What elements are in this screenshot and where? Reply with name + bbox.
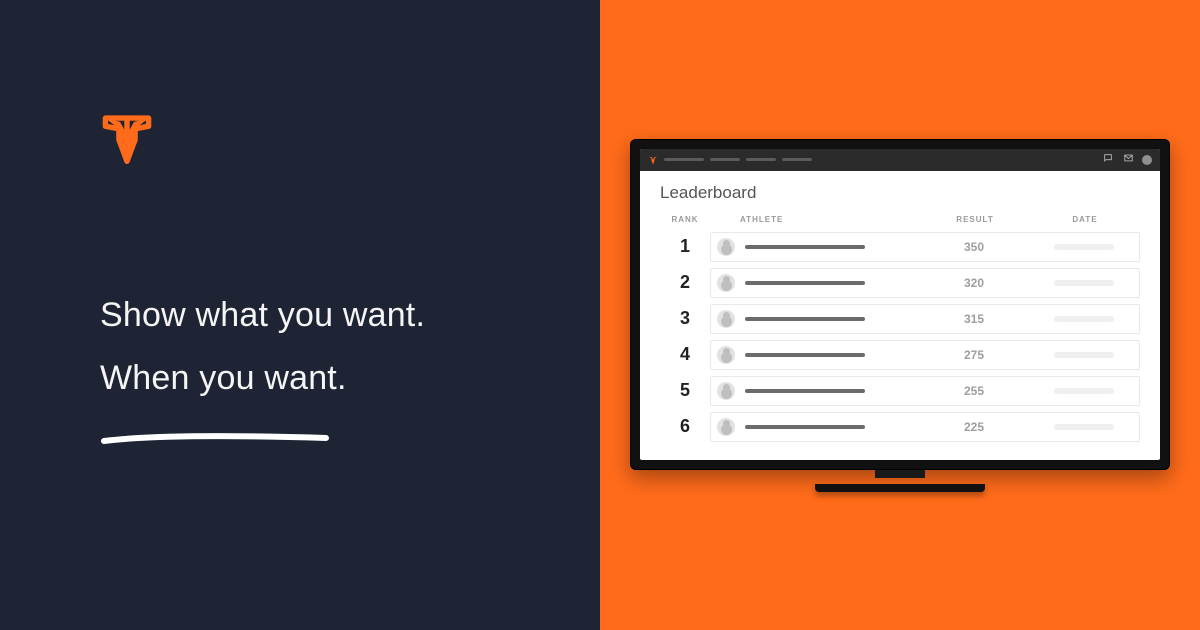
- rank-number: 3: [660, 308, 710, 329]
- col-date: DATE: [1030, 211, 1140, 232]
- date-placeholder: [1054, 388, 1114, 394]
- rank-number: 6: [660, 416, 710, 437]
- monitor-bezel: Leaderboard RANK ATHLETE RESULT DATE 1 3…: [630, 139, 1170, 470]
- leaderboard-row: 4 275: [660, 340, 1140, 370]
- athlete-name-placeholder: [745, 317, 865, 321]
- athlete-cell[interactable]: [717, 274, 919, 292]
- athlete-cell[interactable]: [717, 346, 919, 364]
- leaderboard-rows: 1 350 2 320: [660, 232, 1140, 442]
- user-avatar-icon[interactable]: [1142, 155, 1152, 165]
- hero-headline: Show what you want. When you want.: [100, 284, 500, 410]
- result-value: 350: [919, 240, 1029, 254]
- monitor-stand-base: [630, 484, 1170, 492]
- date-cell: [1029, 352, 1139, 358]
- nav-item[interactable]: [782, 158, 812, 161]
- athlete-cell[interactable]: [717, 310, 919, 328]
- date-placeholder: [1054, 280, 1114, 286]
- athlete-name-placeholder: [745, 281, 865, 285]
- brand-logo: [100, 110, 500, 164]
- leaderboard: Leaderboard RANK ATHLETE RESULT DATE 1 3…: [640, 171, 1160, 460]
- hero-line-2: When you want.: [100, 347, 500, 410]
- date-placeholder: [1054, 244, 1114, 250]
- nav-item[interactable]: [664, 158, 704, 161]
- athlete-name-placeholder: [745, 389, 865, 393]
- leaderboard-title: Leaderboard: [660, 183, 1140, 203]
- athlete-avatar-icon: [717, 418, 735, 436]
- hero-line-1: Show what you want.: [100, 284, 500, 347]
- athlete-avatar-icon: [717, 382, 735, 400]
- athlete-cell[interactable]: [717, 418, 919, 436]
- athlete-avatar-icon: [717, 346, 735, 364]
- monitor-stand-neck: [630, 470, 1170, 484]
- date-cell: [1029, 316, 1139, 322]
- date-cell: [1029, 280, 1139, 286]
- rank-number: 5: [660, 380, 710, 401]
- showcase-panel: Leaderboard RANK ATHLETE RESULT DATE 1 3…: [600, 0, 1200, 630]
- hero-underline: [100, 432, 500, 446]
- rank-number: 4: [660, 344, 710, 365]
- brand-logo-icon: [648, 155, 658, 165]
- date-cell: [1029, 388, 1139, 394]
- result-value: 255: [919, 384, 1029, 398]
- date-placeholder: [1054, 352, 1114, 358]
- athlete-avatar-icon: [717, 310, 735, 328]
- athlete-cell[interactable]: [717, 382, 919, 400]
- date-placeholder: [1054, 316, 1114, 322]
- col-athlete: ATHLETE: [710, 211, 920, 232]
- athlete-avatar-icon: [717, 274, 735, 292]
- athlete-cell[interactable]: [717, 238, 919, 256]
- nav-item[interactable]: [746, 158, 776, 161]
- leaderboard-header: RANK ATHLETE RESULT DATE: [660, 211, 1140, 232]
- col-rank: RANK: [660, 211, 710, 232]
- result-value: 315: [919, 312, 1029, 326]
- date-placeholder: [1054, 424, 1114, 430]
- result-value: 275: [919, 348, 1029, 362]
- mail-icon[interactable]: [1121, 153, 1136, 166]
- monitor-mockup: Leaderboard RANK ATHLETE RESULT DATE 1 3…: [630, 139, 1170, 492]
- date-cell: [1029, 424, 1139, 430]
- result-value: 320: [919, 276, 1029, 290]
- col-result: RESULT: [920, 211, 1030, 232]
- athlete-name-placeholder: [745, 353, 865, 357]
- date-cell: [1029, 244, 1139, 250]
- hero-panel: Show what you want. When you want.: [0, 0, 600, 630]
- chat-icon[interactable]: [1101, 153, 1115, 166]
- app-topbar: [640, 149, 1160, 171]
- result-value: 225: [919, 420, 1029, 434]
- leaderboard-row: 2 320: [660, 268, 1140, 298]
- leaderboard-row: 5 255: [660, 376, 1140, 406]
- rank-number: 2: [660, 272, 710, 293]
- athlete-name-placeholder: [745, 425, 865, 429]
- rank-number: 1: [660, 236, 710, 257]
- leaderboard-row: 6 225: [660, 412, 1140, 442]
- nav-item[interactable]: [710, 158, 740, 161]
- leaderboard-row: 3 315: [660, 304, 1140, 334]
- leaderboard-row: 1 350: [660, 232, 1140, 262]
- athlete-avatar-icon: [717, 238, 735, 256]
- app-screen: Leaderboard RANK ATHLETE RESULT DATE 1 3…: [640, 149, 1160, 460]
- athlete-name-placeholder: [745, 245, 865, 249]
